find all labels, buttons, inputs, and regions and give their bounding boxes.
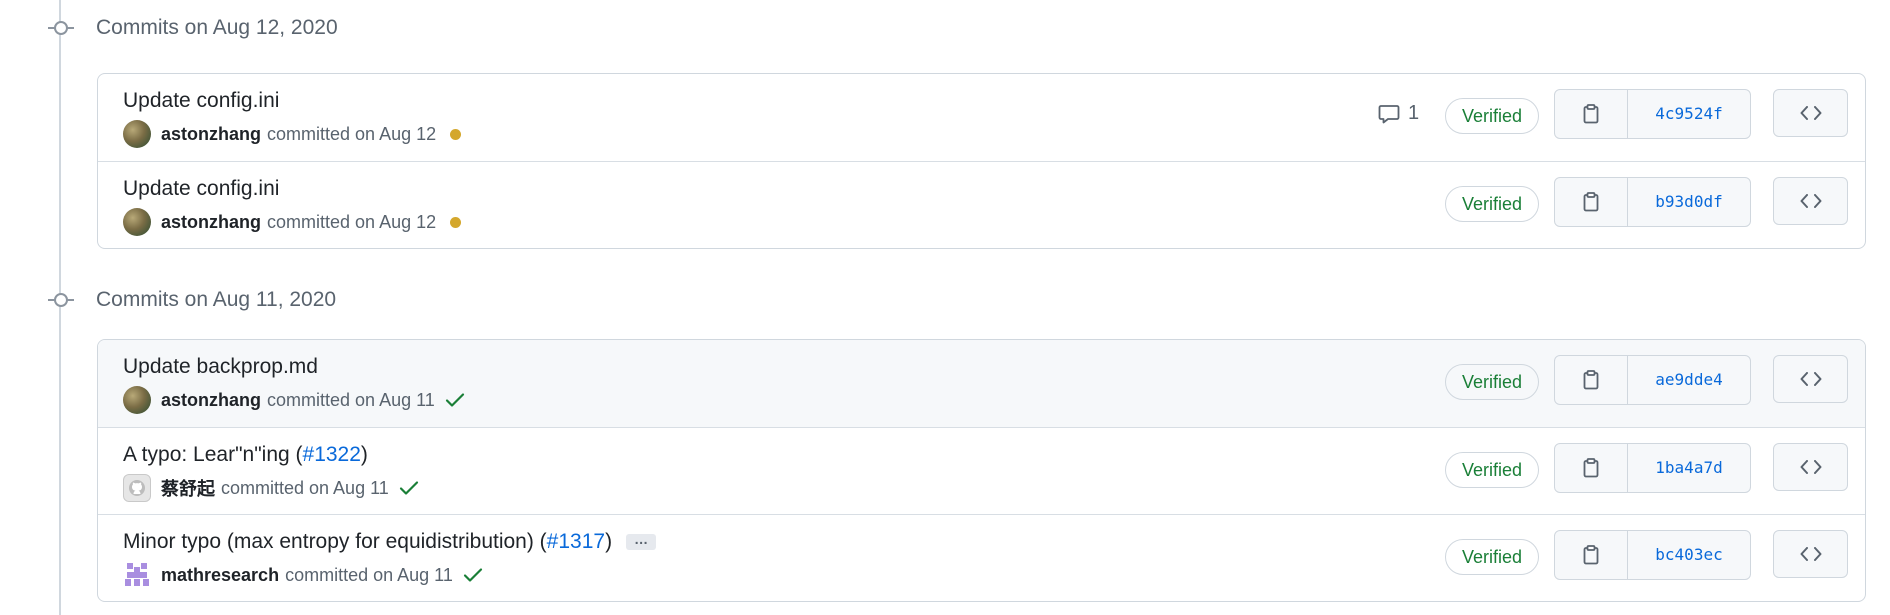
commit-message[interactable]: Update backprop.md [123,355,318,379]
commit-message-text[interactable]: Minor typo (max entropy for equidistribu… [123,530,547,554]
avatar[interactable] [123,208,151,236]
sha-button-group: b93d0df [1554,177,1751,227]
code-icon [1800,372,1821,386]
commit-message-text[interactable]: A typo: Lear"n"ing ( [123,443,303,467]
verified-badge[interactable]: Verified [1445,539,1540,575]
commit-sha-link[interactable]: ae9dde4 [1628,356,1750,404]
commit-sha-link[interactable]: 4c9524f [1628,90,1750,138]
commit-message-suffix[interactable]: ) [605,530,612,554]
commit-group-header: Commits on Aug 11, 2020 [46,283,336,317]
identicon [125,563,149,586]
comment-icon [1378,104,1400,123]
copy-icon [1583,104,1599,124]
git-commit-icon [46,291,76,309]
code-icon [1800,106,1821,120]
comment-count[interactable]: 1 [1408,102,1419,125]
dot-fill-icon[interactable] [450,216,462,228]
code-icon [1800,547,1821,561]
avatar[interactable] [123,474,151,502]
commit-row: Update config.ini astonzhang committed o… [98,161,1865,248]
commit-group-title: Commits on Aug 12, 2020 [96,16,338,39]
commit-message-text[interactable]: Update config.ini [123,177,279,201]
check-icon[interactable] [445,392,465,408]
copy-icon [1583,458,1599,478]
pr-link[interactable]: #1322 [303,443,361,467]
commit-author[interactable]: astonzhang [161,124,261,145]
commit-sha-link[interactable]: b93d0df [1628,178,1750,226]
avatar[interactable] [123,120,151,148]
github-icon [129,480,145,496]
verified-badge[interactable]: Verified [1445,186,1540,222]
commit-sha-link[interactable]: 1ba4a7d [1628,444,1750,492]
browse-repo-button[interactable] [1773,443,1848,491]
check-icon[interactable] [463,567,483,583]
commit-message[interactable]: Update config.ini [123,89,279,113]
sha-button-group: 4c9524f [1554,89,1751,139]
commit-message[interactable]: A typo: Lear"n"ing (#1322) [123,443,368,467]
copy-sha-button[interactable] [1555,531,1628,579]
commit-author[interactable]: astonzhang [161,212,261,233]
avatar[interactable] [123,386,151,414]
check-icon[interactable] [399,480,419,496]
browse-repo-button[interactable] [1773,355,1848,403]
commit-list: Update backprop.md astonzhang committed … [97,339,1866,602]
commit-message-text[interactable]: Update backprop.md [123,355,318,379]
code-icon [1800,460,1821,474]
commit-date: committed on Aug 11 [267,389,435,410]
pr-link[interactable]: #1317 [547,530,605,554]
comments-link[interactable]: 1 [1378,102,1419,125]
commit-author[interactable]: astonzhang [161,390,261,411]
commit-meta: mathresearch committed on Aug 11 [123,561,483,589]
commit-message-text[interactable]: Update config.ini [123,89,279,113]
commit-meta: 蔡舒起 committed on Aug 11 [123,474,419,502]
commit-message[interactable]: Minor typo (max entropy for equidistribu… [123,530,657,554]
commit-meta: astonzhang committed on Aug 12 [123,120,462,148]
copy-icon [1583,545,1599,565]
commit-list: Update config.ini astonzhang committed o… [97,73,1866,249]
avatar[interactable] [123,561,151,589]
commit-date: committed on Aug 11 [221,477,389,498]
code-icon [1800,194,1821,208]
copy-sha-button[interactable] [1555,444,1628,492]
commit-group-title: Commits on Aug 11, 2020 [96,288,337,311]
commit-date: committed on Aug 12 [267,211,437,232]
browse-repo-button[interactable] [1773,89,1848,137]
expand-message-button[interactable]: … [626,532,657,550]
verified-badge[interactable]: Verified [1445,98,1540,134]
commit-author[interactable]: 蔡舒起 [161,475,215,501]
commit-message[interactable]: Update config.ini [123,177,279,201]
commit-author[interactable]: mathresearch [161,565,279,586]
commit-message-suffix[interactable]: ) [361,443,368,467]
commits-timeline: Commits on Aug 12, 2020 Update config.in… [0,0,1890,615]
commit-date: committed on Aug 12 [267,123,437,144]
commit-row: A typo: Lear"n"ing (#1322) 蔡舒起 committed… [98,427,1865,514]
commit-row: Minor typo (max entropy for equidistribu… [98,514,1865,601]
copy-sha-button[interactable] [1555,90,1628,138]
git-commit-icon [46,19,76,37]
commit-date: committed on Aug 11 [285,564,453,585]
commit-row: Update backprop.md astonzhang committed … [98,340,1865,427]
commit-group-header: Commits on Aug 12, 2020 [46,11,338,45]
sha-button-group: ae9dde4 [1554,355,1751,405]
commit-meta: astonzhang committed on Aug 11 [123,386,465,414]
copy-icon [1583,370,1599,390]
commit-meta: astonzhang committed on Aug 12 [123,208,462,236]
sha-button-group: 1ba4a7d [1554,443,1751,493]
dot-fill-icon[interactable] [450,128,462,140]
verified-badge[interactable]: Verified [1445,364,1540,400]
browse-repo-button[interactable] [1773,530,1848,578]
verified-badge[interactable]: Verified [1445,452,1540,488]
commit-row: Update config.ini astonzhang committed o… [98,74,1865,161]
browse-repo-button[interactable] [1773,177,1848,225]
sha-button-group: bc403ec [1554,530,1751,580]
copy-sha-button[interactable] [1555,178,1628,226]
copy-sha-button[interactable] [1555,356,1628,404]
commit-sha-link[interactable]: bc403ec [1628,531,1750,579]
copy-icon [1583,192,1599,212]
